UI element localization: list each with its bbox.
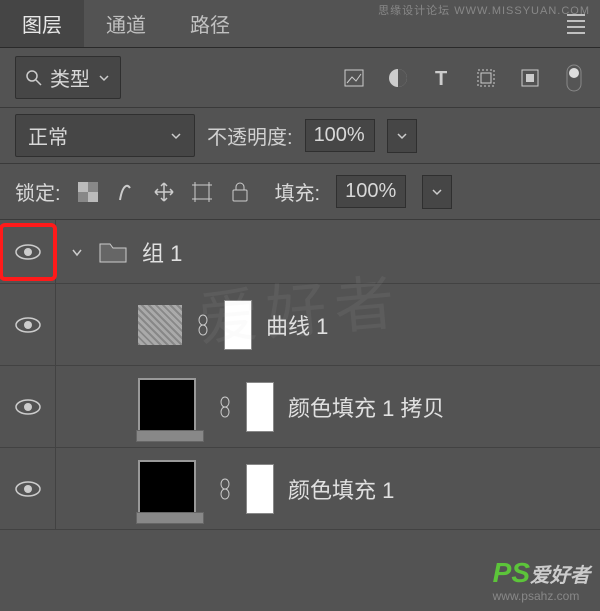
lock-label: 锁定: <box>15 177 61 206</box>
search-icon <box>26 70 42 86</box>
lock-artboard-icon[interactable] <box>191 181 213 203</box>
layer-fill-row[interactable]: 颜色填充 1 <box>0 448 600 530</box>
watermark-bottom: PS爱好者 www.psahz.com <box>493 557 590 603</box>
mask-thumbnail[interactable] <box>246 464 274 514</box>
layer-name: 颜色填充 1 <box>288 473 394 505</box>
chevron-down-icon <box>170 130 182 142</box>
visibility-toggle[interactable] <box>0 220 56 283</box>
link-icon[interactable] <box>218 478 232 500</box>
filter-toggle-icon[interactable] <box>563 67 585 89</box>
filter-adjustment-icon[interactable] <box>387 67 409 89</box>
blend-mode-value: 正常 <box>28 121 68 150</box>
layer-name: 颜色填充 1 拷贝 <box>288 391 444 423</box>
visibility-toggle[interactable] <box>0 366 56 447</box>
watermark-top: 思缘设计论坛 WWW.MISSYUAN.COM <box>378 2 590 18</box>
fill-flyout[interactable] <box>422 175 452 209</box>
layer-group-row[interactable]: 组 1 <box>0 220 600 284</box>
filter-type-dropdown[interactable]: 类型 <box>15 56 121 99</box>
folder-icon <box>98 240 128 264</box>
mask-thumbnail[interactable] <box>246 382 274 432</box>
lock-image-icon[interactable] <box>115 181 137 203</box>
filter-shape-icon[interactable] <box>475 67 497 89</box>
eye-icon <box>15 243 41 261</box>
svg-text:T: T <box>435 68 447 88</box>
blend-mode-dropdown[interactable]: 正常 <box>15 114 195 157</box>
layers-list: 组 1 曲线 1 颜色填充 1 拷贝 <box>0 220 600 530</box>
eye-icon <box>15 316 41 334</box>
layer-curves-row[interactable]: 曲线 1 <box>0 284 600 366</box>
curves-thumbnail[interactable] <box>138 305 182 345</box>
eye-icon <box>15 480 41 498</box>
layer-name: 曲线 1 <box>266 309 328 341</box>
lock-transparent-icon[interactable] <box>77 181 99 203</box>
layer-name: 组 1 <box>142 236 182 268</box>
chevron-down-icon <box>98 72 110 84</box>
lock-row: 锁定: 填充: 100% <box>0 164 600 220</box>
chevron-down-icon[interactable] <box>70 245 84 259</box>
lock-all-icon[interactable] <box>229 181 251 203</box>
mask-thumbnail[interactable] <box>224 300 252 350</box>
link-icon[interactable] <box>218 396 232 418</box>
filter-row: 类型 T <box>0 48 600 108</box>
opacity-label: 不透明度: <box>207 121 293 150</box>
opacity-value[interactable]: 100% <box>305 119 375 152</box>
visibility-toggle[interactable] <box>0 284 56 365</box>
tab-paths[interactable]: 路径 <box>168 0 252 47</box>
filter-smart-icon[interactable] <box>519 67 541 89</box>
layer-fill-copy-row[interactable]: 颜色填充 1 拷贝 <box>0 366 600 448</box>
fill-value[interactable]: 100% <box>336 175 406 208</box>
solid-thumbnail[interactable] <box>138 460 196 518</box>
eye-icon <box>15 398 41 416</box>
blend-row: 正常 不透明度: 100% <box>0 108 600 164</box>
opacity-flyout[interactable] <box>387 119 417 153</box>
lock-position-icon[interactable] <box>153 181 175 203</box>
fill-label: 填充: <box>275 177 321 206</box>
link-icon[interactable] <box>196 314 210 336</box>
filter-type-label: 类型 <box>50 63 90 92</box>
filter-type-icon[interactable]: T <box>431 67 453 89</box>
visibility-toggle[interactable] <box>0 448 56 529</box>
solid-thumbnail[interactable] <box>138 378 196 436</box>
filter-pixel-icon[interactable] <box>343 67 365 89</box>
tab-layers[interactable]: 图层 <box>0 0 84 47</box>
tab-channels[interactable]: 通道 <box>84 0 168 47</box>
